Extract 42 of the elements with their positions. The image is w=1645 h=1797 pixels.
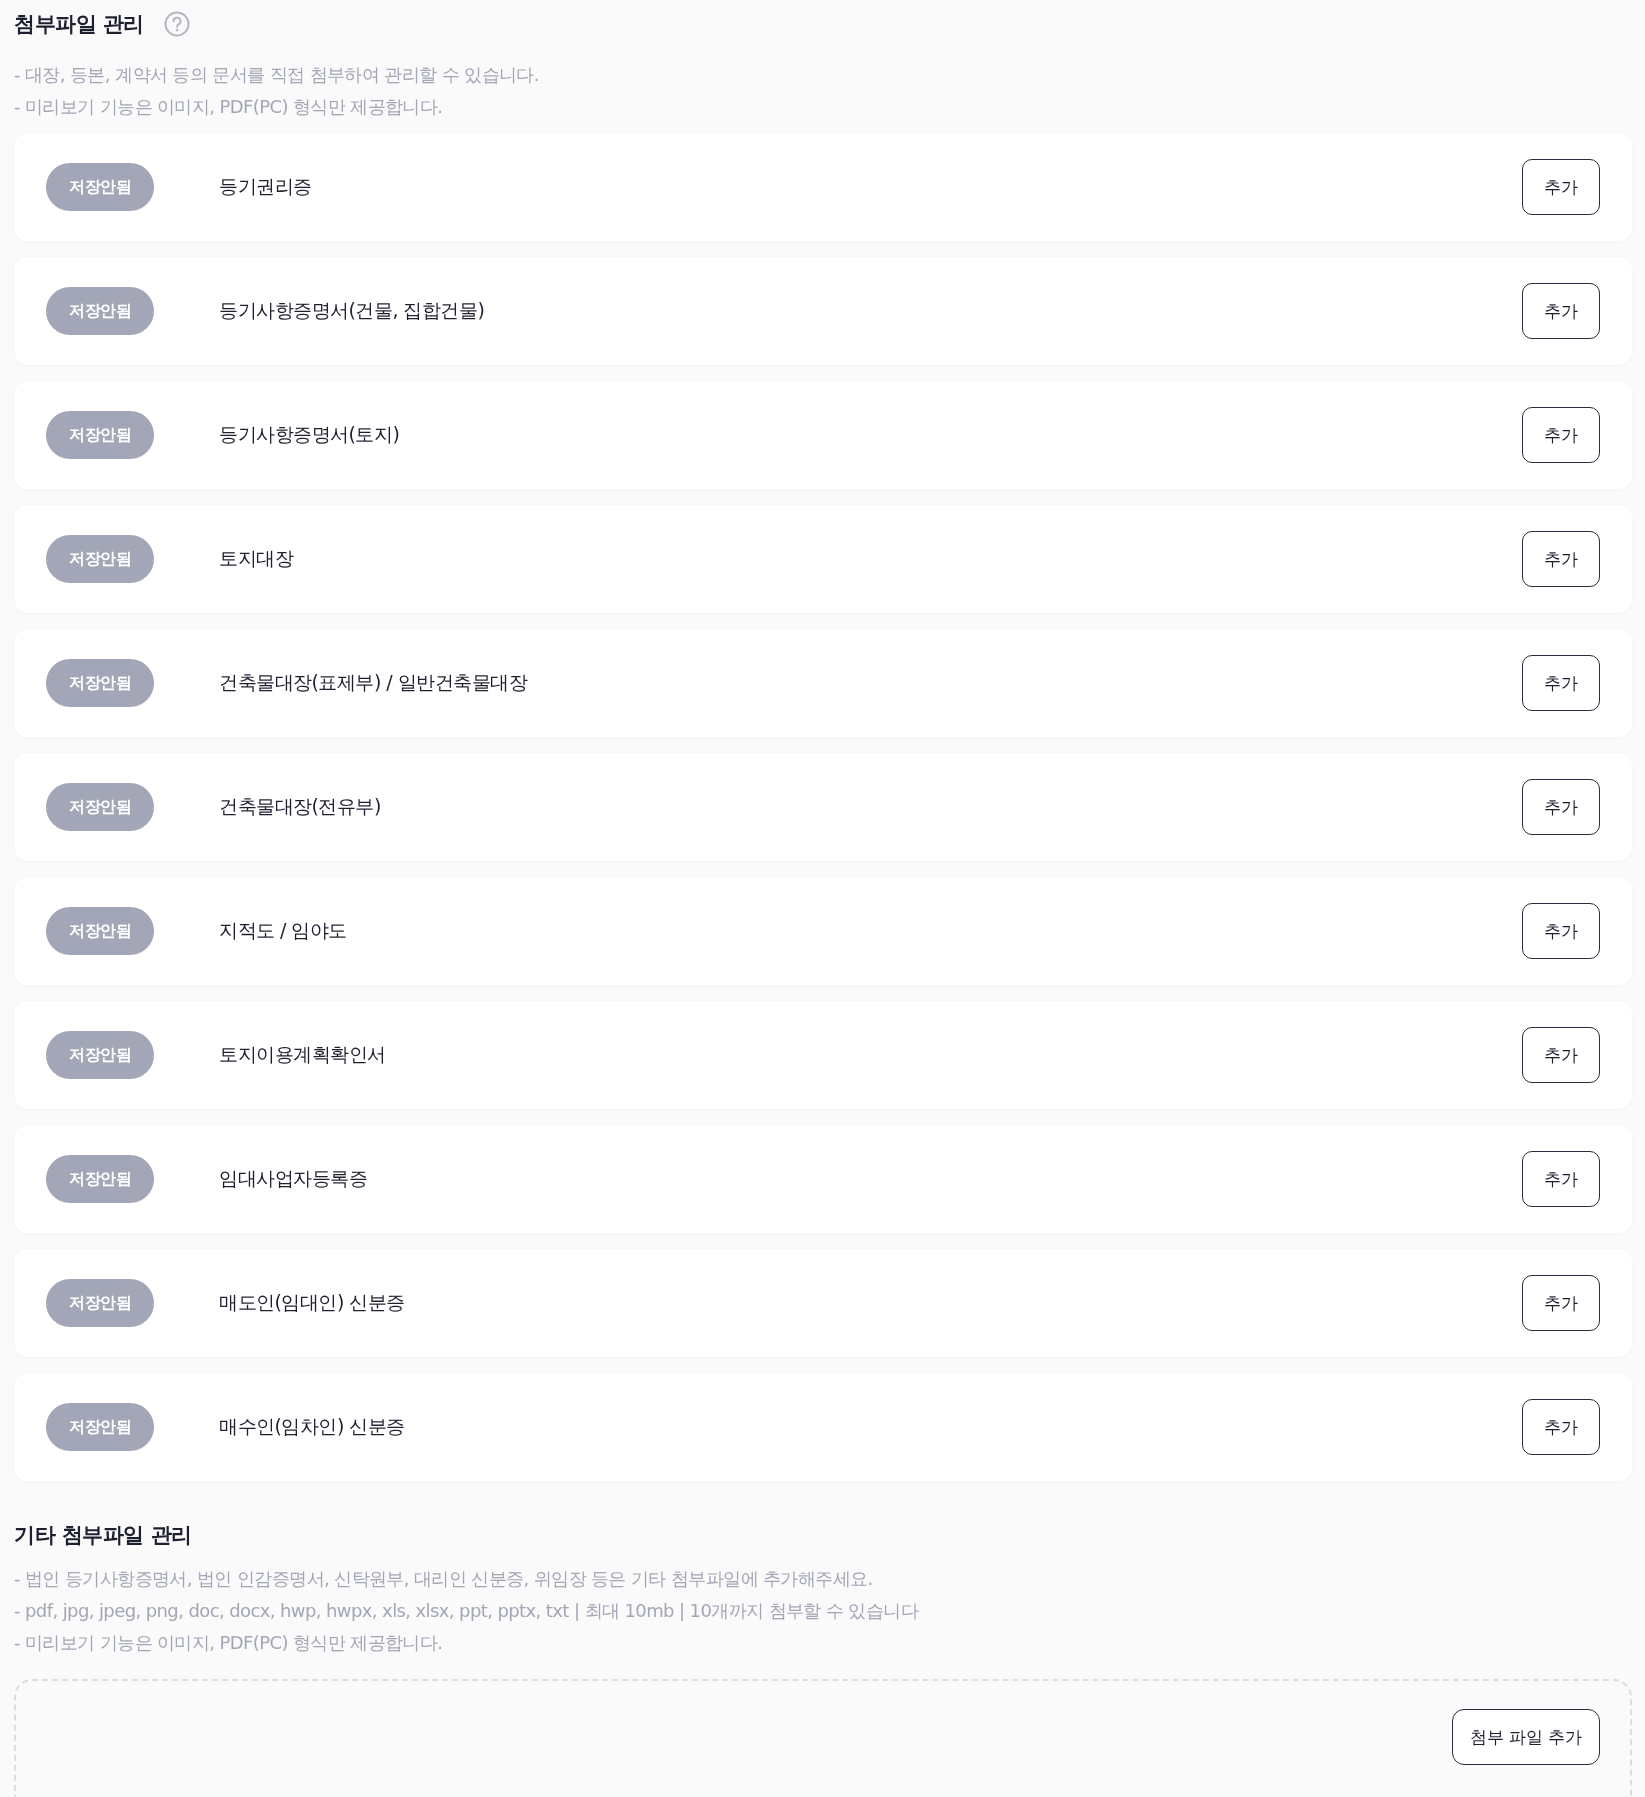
status-badge: 저장안됨 (46, 1403, 154, 1451)
help-icon[interactable] (163, 11, 190, 37)
document-name: 건축물대장(표제부) / 일반건축물대장 (219, 670, 529, 695)
add-attachment-button[interactable]: 첨부 파일 추가 (1452, 1709, 1600, 1765)
status-badge: 저장안됨 (46, 1155, 154, 1203)
document-name: 지적도 / 임야도 (219, 918, 348, 943)
document-name: 매수인(임차인) 신분증 (219, 1414, 406, 1439)
status-badge: 저장안됨 (46, 1031, 154, 1079)
status-badge: 저장안됨 (46, 163, 154, 211)
document-name: 토지대장 (219, 546, 295, 571)
document-name: 등기권리증 (219, 174, 313, 199)
document-name: 토지이용계획확인서 (219, 1042, 387, 1067)
add-button[interactable]: 추가 (1522, 1027, 1600, 1083)
status-badge: 저장안됨 (46, 287, 154, 335)
document-name: 임대사업자등록증 (219, 1166, 368, 1191)
note-text: - 대장, 등본, 계약서 등의 문서를 직접 첨부하여 관리할 수 있습니다. (14, 63, 540, 87)
add-button[interactable]: 추가 (1522, 159, 1600, 215)
note-text: - 법인 등기사항증명서, 법인 인감증명서, 신탁원부, 대리인 신분증, 위임장 등은 기타 첨부파일에 추가해주세요. (14, 1567, 874, 1591)
status-badge: 저장안됨 (46, 783, 154, 831)
add-button[interactable]: 추가 (1522, 407, 1600, 463)
add-button[interactable]: 추가 (1522, 531, 1600, 587)
section-title: 기타 첨부파일 관리 (14, 1523, 192, 1547)
add-button[interactable]: 추가 (1522, 283, 1600, 339)
status-badge: 저장안됨 (46, 659, 154, 707)
status-badge: 저장안됨 (46, 411, 154, 459)
status-badge: 저장안됨 (46, 1279, 154, 1327)
add-button[interactable]: 추가 (1522, 903, 1600, 959)
add-button[interactable]: 추가 (1522, 1275, 1600, 1331)
document-name: 건축물대장(전유부) (219, 794, 382, 819)
document-name: 매도인(임대인) 신분증 (219, 1290, 406, 1315)
note-text: - pdf, jpg, jpeg, png, doc, docx, hwp, hwpx, xls, xlsx, ppt, pptx, txt | 최대 10mb | 10개까지 첨부할 수 있습니다 (14, 1599, 920, 1623)
document-name: 등기사항증명서(건물, 집합건물) (219, 298, 486, 323)
status-badge: 저장안됨 (46, 535, 154, 583)
note-text: - 미리보기 기능은 이미지, PDF(PC) 형식만 제공합니다. (14, 95, 444, 119)
add-button[interactable]: 추가 (1522, 1399, 1600, 1455)
add-button[interactable]: 추가 (1522, 779, 1600, 835)
document-name: 등기사항증명서(토지) (219, 422, 401, 447)
add-button[interactable]: 추가 (1522, 655, 1600, 711)
section-title: 첨부파일 관리 (14, 11, 144, 38)
add-button[interactable]: 추가 (1522, 1151, 1600, 1207)
note-text: - 미리보기 기능은 이미지, PDF(PC) 형식만 제공합니다. (14, 1631, 444, 1655)
status-badge: 저장안됨 (46, 907, 154, 955)
